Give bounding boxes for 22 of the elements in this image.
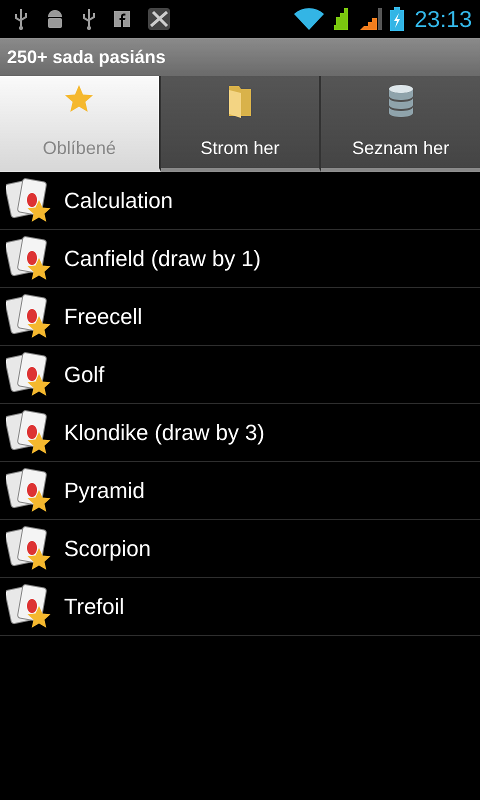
game-item[interactable]: Canfield (draw by 1) bbox=[0, 230, 480, 288]
battery-icon bbox=[390, 7, 404, 31]
game-item[interactable]: Calculation bbox=[0, 172, 480, 230]
signal-icon bbox=[360, 8, 384, 30]
usb-icon bbox=[82, 8, 96, 30]
game-item[interactable]: Freecell bbox=[0, 288, 480, 346]
tab[interactable]: Strom her bbox=[160, 76, 322, 172]
tab[interactable]: Seznam her bbox=[321, 76, 480, 172]
clock: 23:13 bbox=[414, 4, 472, 34]
app-title: 250+ sada pasiáns bbox=[7, 46, 166, 69]
game-item[interactable]: Trefoil bbox=[0, 578, 480, 636]
facebook-icon bbox=[114, 11, 130, 27]
game-item[interactable]: Golf bbox=[0, 346, 480, 404]
game-item[interactable]: Scorpion bbox=[0, 520, 480, 578]
game-item[interactable]: Pyramid bbox=[0, 462, 480, 520]
folder-icon bbox=[227, 84, 253, 118]
usb-icon bbox=[14, 8, 28, 30]
game-item[interactable]: Klondike (draw by 3) bbox=[0, 404, 480, 462]
star-icon bbox=[64, 84, 94, 114]
android-icon bbox=[46, 8, 64, 30]
wifi-icon bbox=[294, 8, 324, 30]
database-icon bbox=[388, 84, 414, 118]
